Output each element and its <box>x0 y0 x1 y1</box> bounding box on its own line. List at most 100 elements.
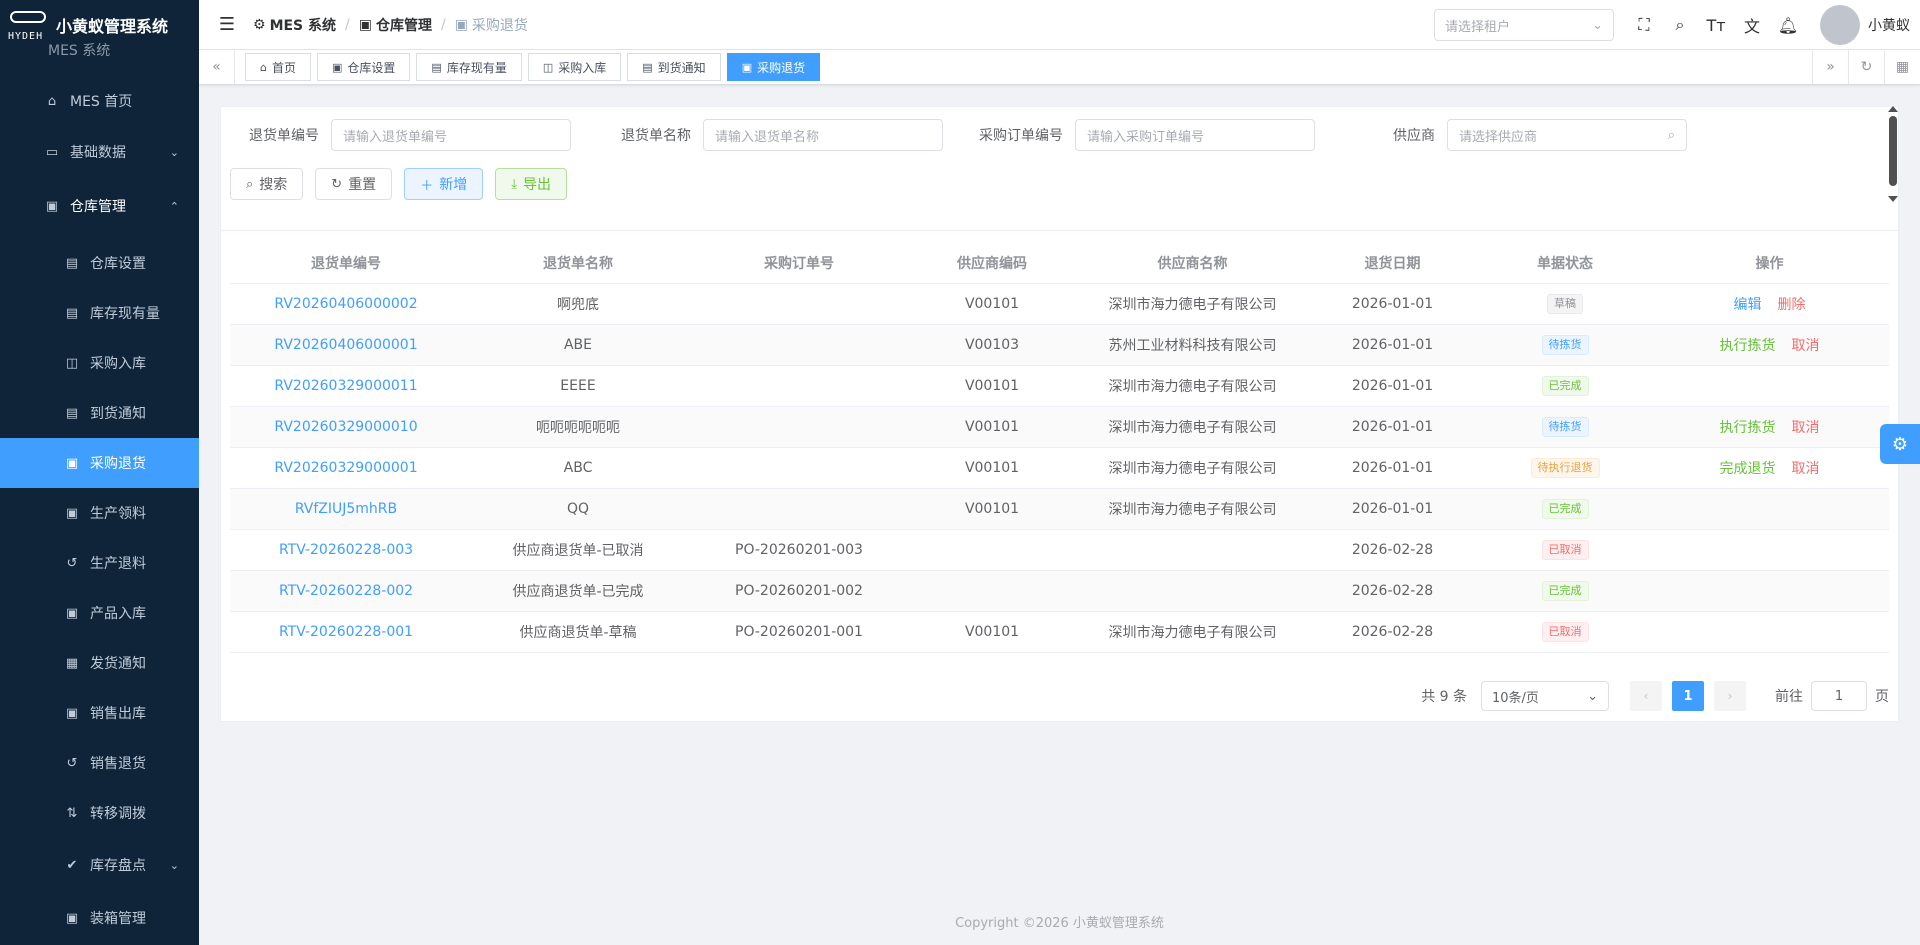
vendor-select[interactable]: 请选择供应商 ⌕ <box>1447 119 1687 151</box>
fullscreen-icon[interactable]: ⛶ <box>1626 0 1662 50</box>
sidebar-item[interactable]: ⌂ MES 首页 <box>0 76 199 126</box>
return-code-link[interactable]: RVfZIUJ5mhRB <box>295 501 397 517</box>
sidebar-item[interactable]: ▤ 库存现有量 <box>0 288 199 338</box>
reset-button[interactable]: ↻ 重置 <box>315 168 393 200</box>
return-code-link[interactable]: RTV-20260228-002 <box>279 583 413 599</box>
next-page-button[interactable]: › <box>1714 681 1746 711</box>
vendor-code: V00101 <box>964 295 1020 312</box>
table-row[interactable]: RTV-20260228-001 供应商退货单-草稿 PO-20260201-001… <box>230 611 1889 653</box>
tab-item[interactable]: ▣ 仓库设置 <box>317 53 411 81</box>
breadcrumb-item-warehouse[interactable]: ▣ 仓库管理 <box>359 15 432 35</box>
translate-icon[interactable]: 文 <box>1734 0 1770 50</box>
sidebar-item[interactable]: ▣ 装箱管理 <box>0 893 199 943</box>
table-row[interactable]: RTV-20260228-002 供应商退货单-已完成 PO-20260201-00… <box>230 570 1889 612</box>
operations-cell: 执行拣货 取消 <box>1650 324 1889 366</box>
po-code: PO-20260201-002 <box>735 582 863 599</box>
table-row[interactable]: RTV-20260228-003 供应商退货单-已取消 PO-20260201-00… <box>230 529 1889 571</box>
table-row[interactable]: RV20260329000011 EEEE V00101 深圳市海力德电子有限公司 20… <box>230 365 1889 407</box>
po-code-input[interactable]: 请输入采购订单编号 <box>1075 119 1315 151</box>
grid-menu-icon[interactable]: ▦ <box>1884 50 1920 84</box>
return-code-link[interactable]: RV20260329000010 <box>274 419 417 435</box>
sidebar-item[interactable]: ▭ 基础数据 ⌄ <box>0 127 199 177</box>
sidebar-item[interactable]: ✔ 库存盘点 ⌄ <box>0 840 199 890</box>
prev-page-button[interactable]: ‹ <box>1630 681 1662 711</box>
pagination: 共 9 条 10条/页 ⌄ ‹ 1 › 前往 1 页 <box>1421 681 1889 711</box>
row-action-button[interactable]: 执行拣货 <box>1720 338 1776 354</box>
row-action-button[interactable]: 取消 <box>1792 420 1820 436</box>
box-icon: ▣ <box>65 705 79 721</box>
sidebar-item[interactable]: ▦ 发货通知 <box>0 638 199 688</box>
status-badge: 已取消 <box>1541 539 1589 560</box>
tab-item[interactable]: ◫ 采购入库 <box>527 53 622 81</box>
return-name-input[interactable]: 请输入退货单名称 <box>703 119 943 151</box>
search-button[interactable]: ⌕ 搜索 <box>230 168 304 200</box>
tenant-select[interactable]: 请选择租户 ⌄ <box>1434 9 1614 41</box>
return-code-link[interactable]: RV20260329000011 <box>274 378 417 394</box>
page-jump-input[interactable]: 1 <box>1811 681 1867 711</box>
status-badge: 已完成 <box>1541 580 1589 601</box>
tab-item[interactable]: ▤ 到货通知 <box>627 53 721 81</box>
box-icon: ▣ <box>65 605 79 621</box>
scrollbar[interactable] <box>1888 106 1898 216</box>
sidebar-item[interactable]: ▣ 采购退货 <box>0 438 199 488</box>
tab-item[interactable]: ▤ 库存现有量 <box>416 53 522 81</box>
table-row[interactable]: RV20260406000002 啊兜底 V00101 深圳市海力德电子有限公司 202… <box>230 283 1889 325</box>
sidebar-item-label: 生产退料 <box>90 556 146 572</box>
refresh-icon: ↻ <box>331 176 343 192</box>
sidebar-item[interactable]: ⇅ 转移调拨 <box>0 788 199 838</box>
add-button[interactable]: ＋新增 <box>404 168 484 200</box>
export-button[interactable]: ⤓ 导出 <box>495 168 567 200</box>
sidebar-item[interactable]: ▣ 产品入库 <box>0 588 199 638</box>
hamburger-icon[interactable]: ☰ <box>207 0 247 50</box>
scroll-left-icon[interactable]: « <box>199 50 235 84</box>
sidebar-item[interactable]: ▤ 仓库设置 <box>0 238 199 288</box>
return-code-link[interactable]: RTV-20260228-003 <box>279 542 413 558</box>
status-badge: 已完成 <box>1541 498 1589 519</box>
column-header: 单据状态 <box>1480 243 1650 284</box>
sidebar-item[interactable]: ▣ 仓库管理 ⌃ <box>0 181 199 231</box>
vendor-code: V00101 <box>964 459 1020 476</box>
refresh-icon[interactable]: ↻ <box>1848 50 1884 84</box>
table-row[interactable]: RV20260406000001 ABE V00103 苏州工业材料科技有限公司 202… <box>230 324 1889 366</box>
row-action-button[interactable]: 取消 <box>1792 461 1820 477</box>
footer: Copyright ©2026 小黄蚁管理系统 <box>955 916 1164 931</box>
sidebar-item[interactable]: ▣ 生产领料 <box>0 488 199 538</box>
row-action-button[interactable]: 完成退货 <box>1720 461 1776 477</box>
home-icon: ⌂ <box>47 93 57 109</box>
page-number-button[interactable]: 1 <box>1672 681 1704 711</box>
return-code-link[interactable]: RV20260329000001 <box>274 460 417 476</box>
breadcrumb-item-system[interactable]: ⚙ MES 系统 <box>253 15 336 35</box>
username[interactable]: 小黄蚁 <box>1868 15 1910 35</box>
sidebar-item[interactable]: ▤ 到货通知 <box>0 388 199 438</box>
search-icon[interactable]: ⌕ <box>1662 0 1698 50</box>
settings-gear-icon[interactable]: ⚙ <box>1880 424 1920 464</box>
table-row[interactable]: RVfZIUJ5mhRB QQ V00101 深圳市海力德电子有限公司 2026-01-… <box>230 488 1889 530</box>
table-row[interactable]: RV20260329000010 呃呃呃呃呃呃 V00101 深圳市海力德电子有限公司… <box>230 406 1889 448</box>
avatar[interactable] <box>1820 5 1860 45</box>
page-size-select[interactable]: 10条/页 ⌄ <box>1481 681 1609 711</box>
return-code-link[interactable]: RV20260406000002 <box>274 296 417 312</box>
row-action-button[interactable]: 执行拣货 <box>1720 420 1776 436</box>
return-code-link[interactable]: RTV-20260228-001 <box>279 624 413 640</box>
row-action-button[interactable]: 删除 <box>1778 297 1806 313</box>
sidebar-item-label: 基础数据 <box>70 145 126 161</box>
sidebar-item[interactable]: ▣ 销售出库 <box>0 688 199 738</box>
logo[interactable]: HYDEH 小黄蚁管理系统 MES 系统 <box>0 0 199 59</box>
box-icon: ▣ <box>65 910 79 926</box>
sidebar-item[interactable]: ↺ 生产退料 <box>0 538 199 588</box>
scroll-right-icon[interactable]: » <box>1812 50 1848 84</box>
tab-item[interactable]: ▣ 采购退货 <box>726 53 821 81</box>
bell-icon[interactable]: 🔔︎ <box>1770 0 1806 50</box>
return-code-link[interactable]: RV20260406000001 <box>274 337 417 353</box>
document-icon: ▤ <box>65 405 79 421</box>
search-icon: ⌕ <box>246 176 254 192</box>
tab-item[interactable]: ⌂ 首页 <box>245 53 311 81</box>
sidebar-item[interactable]: ◫ 采购入库 <box>0 338 199 388</box>
table-row[interactable]: RV20260329000001 ABC V00101 深圳市海力德电子有限公司 202… <box>230 447 1889 489</box>
row-action-button[interactable]: 编辑 <box>1734 297 1762 313</box>
return-name: ABE <box>563 336 593 353</box>
font-size-icon[interactable]: Tт <box>1698 0 1734 50</box>
return-code-input[interactable]: 请输入退货单编号 <box>331 119 571 151</box>
row-action-button[interactable]: 取消 <box>1792 338 1820 354</box>
sidebar-item[interactable]: ↺ 销售退货 <box>0 738 199 788</box>
